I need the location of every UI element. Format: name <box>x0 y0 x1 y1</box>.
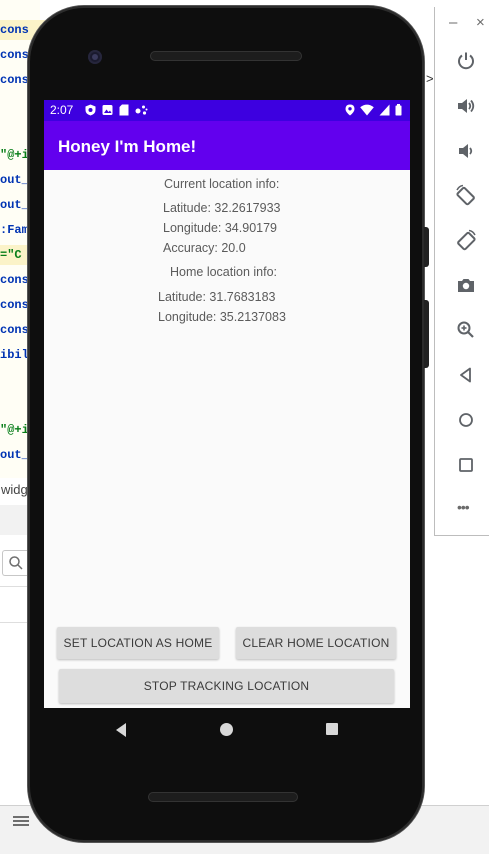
signal-icon <box>379 104 390 116</box>
battery-icon <box>395 104 402 116</box>
stop-tracking-location-button[interactable]: STOP TRACKING LOCATION <box>59 669 394 703</box>
home-longitude: Longitude: 35.2137083 <box>158 310 286 324</box>
wifi-icon <box>360 104 374 116</box>
screenshot-icon[interactable] <box>455 274 477 296</box>
current-longitude: Longitude: 34.90179 <box>163 221 277 235</box>
overview-icon[interactable] <box>455 454 477 476</box>
more-options-button[interactable]: ••• <box>457 499 470 515</box>
navigation-bar <box>44 708 410 752</box>
set-location-as-home-button[interactable]: SET LOCATION AS HOME <box>57 627 219 659</box>
emulator-toolbar: – × ••• <box>434 7 489 536</box>
volume-down-icon[interactable] <box>455 140 477 162</box>
bottom-speaker <box>148 792 298 802</box>
rotate-right-icon[interactable] <box>455 229 477 251</box>
phone-screen: 2:07 Honey I'm Home! Current location in… <box>44 100 410 708</box>
earpiece-speaker <box>150 51 302 61</box>
front-camera <box>88 50 102 64</box>
structure-icon[interactable] <box>13 816 29 830</box>
home-location-header: Home location info: <box>170 265 278 279</box>
search-icon <box>9 556 23 570</box>
phone-volume-button[interactable] <box>424 300 429 368</box>
back-icon[interactable] <box>455 364 477 386</box>
phone-side-button[interactable] <box>424 227 429 267</box>
rotate-left-icon[interactable] <box>455 184 477 206</box>
photo-icon <box>102 105 113 115</box>
power-icon[interactable] <box>455 50 477 72</box>
minimize-button[interactable]: – <box>449 15 457 31</box>
app-content: Current location info: Latitude: 32.2617… <box>44 170 410 708</box>
current-latitude: Latitude: 32.2617933 <box>163 201 281 215</box>
zoom-icon[interactable] <box>455 319 477 341</box>
nav-back-icon[interactable] <box>114 722 128 738</box>
location-icon <box>345 104 355 116</box>
nav-home-icon[interactable] <box>220 723 233 736</box>
volume-up-icon[interactable] <box>455 95 477 117</box>
status-bar: 2:07 <box>44 100 410 121</box>
clear-home-location-button[interactable]: CLEAR HOME LOCATION <box>236 627 396 659</box>
current-accuracy: Accuracy: 20.0 <box>163 241 246 255</box>
dots-icon <box>135 105 148 115</box>
home-icon[interactable] <box>455 409 477 431</box>
status-time: 2:07 <box>50 103 74 117</box>
collapse-arrow-icon[interactable]: > <box>426 71 434 86</box>
nav-recents-icon[interactable] <box>326 723 338 735</box>
sd-card-icon <box>119 104 129 116</box>
close-button[interactable]: × <box>476 15 485 31</box>
current-location-header: Current location info: <box>164 177 280 191</box>
home-latitude: Latitude: 31.7683183 <box>158 290 276 304</box>
app-title: Honey I'm Home! <box>58 137 197 156</box>
app-bar: Honey I'm Home! <box>44 121 410 170</box>
shield-icon <box>85 104 96 116</box>
